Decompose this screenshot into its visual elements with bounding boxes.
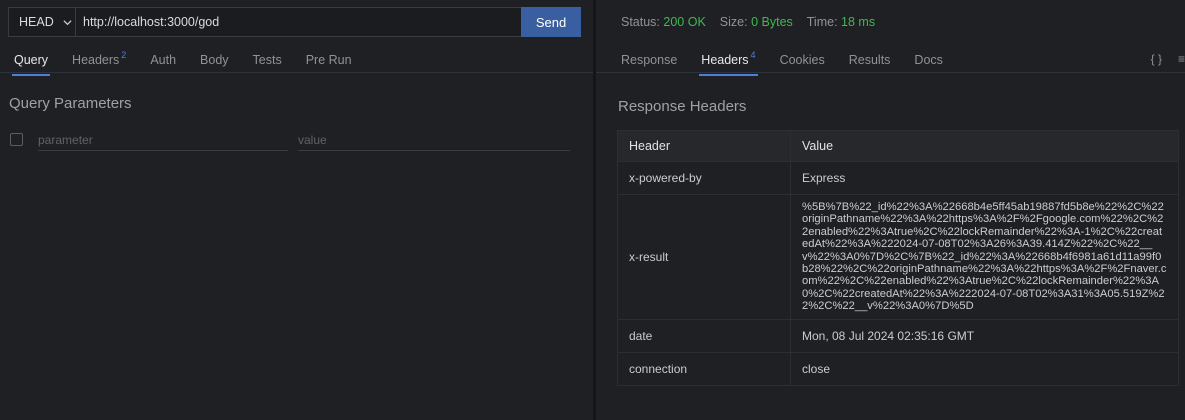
table-row: x-result %5B%7B%22_id%22%3A%22668b4e5ff4… — [617, 194, 1179, 320]
response-panel: Status: 200 OK Size: 0 Bytes Time: 18 ms… — [596, 0, 1185, 420]
url-bar: HEAD Send — [8, 7, 581, 37]
headers-count-badge: 2 — [121, 50, 127, 60]
size-label: Size: — [719, 15, 748, 29]
tab-label: Pre Run — [305, 53, 352, 67]
table-row: x-powered-by Express — [617, 161, 1179, 195]
header-value: close — [790, 351, 1179, 386]
response-toolbar: { } ≡ — [1151, 52, 1185, 66]
status-value: 200 OK — [663, 15, 706, 29]
menu-icon[interactable]: ≡ — [1178, 52, 1185, 66]
response-headers-table: Header Value x-powered-by Express x-resu… — [617, 130, 1179, 386]
param-checkbox[interactable] — [10, 133, 23, 146]
tab-label: Headers — [701, 53, 749, 67]
tab-label: Headers — [72, 53, 120, 67]
response-status-bar: Status: 200 OK Size: 0 Bytes Time: 18 ms — [621, 15, 889, 29]
header-key: x-result — [617, 194, 791, 320]
column-header: Value — [790, 130, 1179, 162]
method-select[interactable]: HEAD — [9, 8, 76, 36]
status-label: Status: — [621, 15, 660, 29]
param-name-input[interactable] — [38, 129, 278, 151]
time-value: 18 ms — [841, 15, 876, 29]
tab-label: Docs — [914, 53, 943, 67]
header-key: x-powered-by — [617, 161, 791, 195]
param-value-input[interactable] — [298, 129, 568, 151]
send-button[interactable]: Send — [521, 7, 581, 37]
column-header: Header — [617, 130, 791, 162]
table-row: connection close — [617, 351, 1179, 386]
tab-label: Query — [14, 53, 49, 67]
request-panel: HEAD Send Query Headers2 Auth Body Tests… — [0, 0, 593, 420]
tab-label: Body — [200, 53, 229, 67]
tabs-divider — [596, 72, 1185, 73]
tab-label: Results — [848, 53, 891, 67]
header-key: connection — [617, 351, 791, 386]
chevron-down-icon — [63, 19, 72, 25]
header-value: Mon, 08 Jul 2024 02:35:16 GMT — [790, 318, 1179, 353]
tab-label: Tests — [252, 53, 282, 67]
tab-label: Response — [621, 53, 678, 67]
headers-count-badge: 4 — [750, 50, 756, 60]
size-value: 0 Bytes — [751, 15, 793, 29]
query-parameters-title: Query Parameters — [9, 95, 132, 112]
method-label: HEAD — [19, 15, 54, 29]
table-header-row: Header Value — [617, 130, 1179, 162]
braces-icon[interactable]: { } — [1151, 52, 1162, 66]
value-underline — [298, 150, 570, 151]
tabs-divider — [0, 72, 593, 73]
url-input[interactable] — [83, 8, 523, 36]
header-value: %5B%7B%22_id%22%3A%22668b4e5ff45ab19887f… — [790, 194, 1179, 320]
response-headers-title: Response Headers — [618, 98, 747, 115]
header-value: Express — [790, 161, 1179, 195]
tab-label: Auth — [150, 53, 177, 67]
table-row: date Mon, 08 Jul 2024 02:35:16 GMT — [617, 318, 1179, 353]
header-key: date — [617, 318, 791, 353]
param-underline — [38, 150, 288, 151]
tab-label: Cookies — [779, 53, 825, 67]
time-label: Time: — [806, 15, 838, 29]
